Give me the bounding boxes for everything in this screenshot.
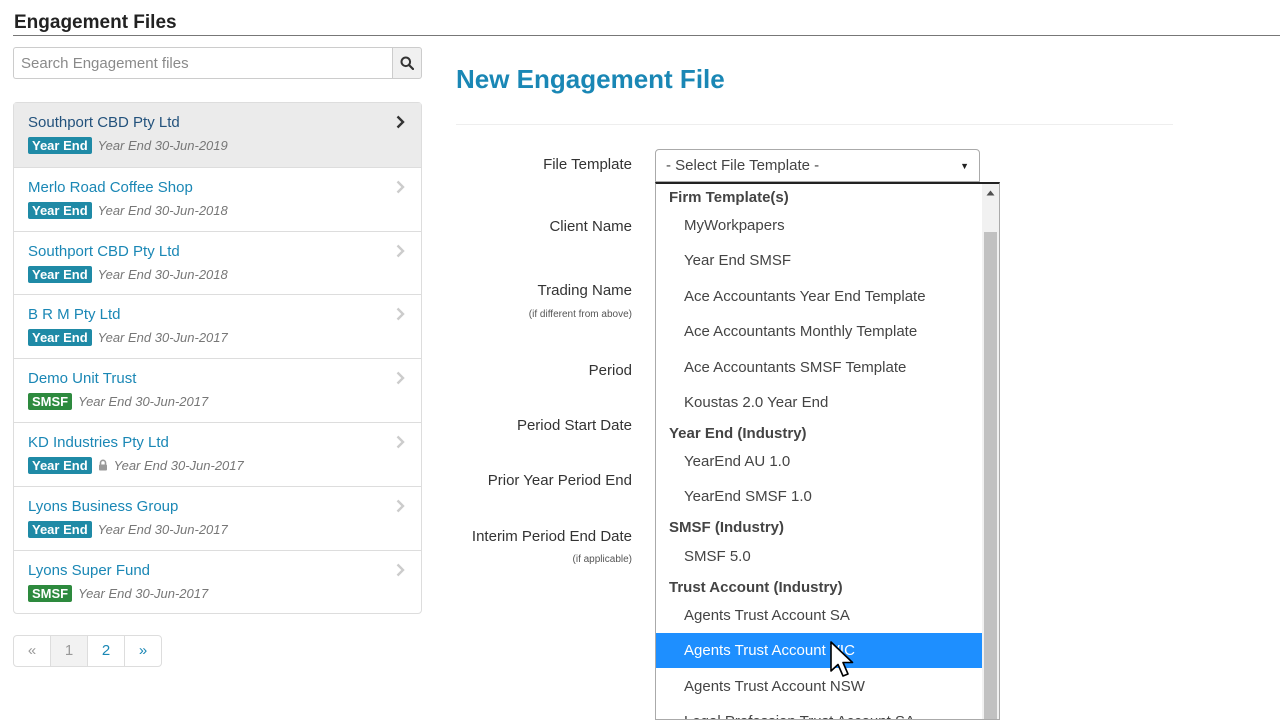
file-meta: Year End Year End 30-Jun-2018 — [28, 265, 421, 283]
trading-name-label: Trading Name — [537, 282, 632, 299]
lock-icon — [98, 460, 107, 471]
search-icon — [400, 56, 414, 70]
search-button[interactable] — [392, 47, 422, 79]
search-bar — [13, 47, 422, 79]
pagination-next[interactable]: » — [124, 636, 161, 666]
chevron-right-icon — [396, 308, 405, 321]
dropdown-option[interactable]: YearEnd SMSF 1.0 — [656, 479, 982, 514]
dropdown-option[interactable]: Agents Trust Account SA — [656, 598, 982, 633]
file-name[interactable]: Demo Unit Trust — [28, 370, 421, 388]
file-meta: Year End Year End 30-Jun-2017 — [28, 520, 421, 538]
form-title: New Engagement File — [456, 64, 725, 94]
year-end-badge: Year End — [28, 456, 92, 474]
title-divider — [13, 35, 1280, 36]
option-group-label: Firm Template(s) — [669, 189, 789, 206]
option-group-label: SMSF (Industry) — [669, 519, 784, 536]
chevron-right-icon — [396, 499, 405, 513]
option-group-label: Trust Account (Industry) — [669, 579, 843, 596]
option-group-label: Year End (Industry) — [669, 425, 807, 442]
dropdown-option[interactable]: MyWorkpapers — [656, 208, 982, 243]
chevron-right-icon — [396, 244, 405, 257]
dropdown-option[interactable]: Ace Accountants Year End Template — [656, 279, 982, 314]
file-name[interactable]: Southport CBD Pty Ltd — [28, 243, 421, 261]
engagement-file-list: Southport CBD Pty Ltd Year End Year End … — [13, 102, 422, 615]
period-label: Period — [588, 362, 632, 379]
scrollbar-thumb[interactable] — [984, 232, 997, 719]
file-list-item[interactable]: Southport CBD Pty Ltd Year End Year End … — [14, 103, 421, 167]
file-template-dropdown[interactable]: Firm Template(s) MyWorkpapers Year End S… — [655, 182, 1000, 720]
interim-end-hint: (if applicable) — [572, 554, 632, 565]
smsf-badge: SMSF — [28, 393, 73, 411]
client-name-label: Client Name — [549, 218, 632, 235]
chevron-right-icon — [396, 180, 405, 194]
file-template-value: - Select File Template - — [666, 157, 820, 174]
file-meta: Year End Year End 30-Jun-2017 — [28, 456, 421, 474]
year-end-badge: Year End — [28, 201, 92, 219]
file-list-item[interactable]: Lyons Super Fund SMSF Year End 30-Jun-20… — [14, 549, 421, 614]
smsf-badge: SMSF — [28, 584, 73, 602]
file-list-item[interactable]: Demo Unit Trust SMSF Year End 30-Jun-201… — [14, 358, 421, 422]
file-meta: SMSF Year End 30-Jun-2017 — [28, 584, 421, 602]
file-template-select[interactable]: - Select File Template - ▼ — [655, 149, 980, 182]
form-divider — [456, 124, 1173, 125]
file-period: Year End 30-Jun-2017 — [78, 394, 209, 410]
file-period: Year End 30-Jun-2018 — [97, 202, 228, 218]
prior-year-end-label: Prior Year Period End — [487, 472, 632, 489]
dropdown-option[interactable]: YearEnd AU 1.0 — [656, 444, 982, 479]
file-meta: Year End Year End 30-Jun-2018 — [28, 201, 421, 219]
file-meta: Year End Year End 30-Jun-2019 — [28, 137, 421, 154]
file-list-item[interactable]: KD Industries Pty Ltd Year End Year End … — [14, 421, 421, 486]
file-period: Year End 30-Jun-2019 — [97, 138, 228, 153]
file-name[interactable]: B R M Pty Ltd — [28, 306, 421, 324]
file-name[interactable]: Southport CBD Pty Ltd — [28, 114, 421, 132]
trading-name-hint: (if different from above) — [528, 309, 632, 320]
file-period: Year End 30-Jun-2018 — [97, 266, 228, 282]
file-name[interactable]: KD Industries Pty Ltd — [28, 434, 421, 452]
chevron-right-icon — [396, 563, 405, 576]
dropdown-option-highlighted[interactable]: Agents Trust Account VIC — [656, 633, 982, 668]
dropdown-option[interactable]: Ace Accountants Monthly Template — [656, 314, 982, 349]
file-period: Year End 30-Jun-2017 — [78, 585, 209, 601]
pagination-page-1[interactable]: 1 — [50, 636, 87, 666]
file-list-item[interactable]: Merlo Road Coffee Shop Year End Year End… — [14, 166, 421, 231]
year-end-badge: Year End — [28, 137, 92, 154]
file-list-item[interactable]: Southport CBD Pty Ltd Year End Year End … — [14, 230, 421, 295]
file-template-label: File Template — [543, 156, 632, 173]
pagination-page-2[interactable]: 2 — [87, 636, 124, 666]
file-meta: SMSF Year End 30-Jun-2017 — [28, 393, 421, 411]
file-list-item[interactable]: B R M Pty Ltd Year End Year End 30-Jun-2… — [14, 294, 421, 358]
dropdown-option[interactable]: SMSF 5.0 — [656, 539, 982, 574]
file-name[interactable]: Merlo Road Coffee Shop — [28, 179, 421, 197]
year-end-badge: Year End — [28, 329, 92, 347]
year-end-badge: Year End — [28, 520, 92, 538]
year-end-badge: Year End — [28, 265, 92, 283]
scroll-up-arrow-icon[interactable] — [982, 184, 999, 201]
dropdown-option[interactable]: Agents Trust Account NSW — [656, 669, 982, 704]
mouse-pointer-icon — [830, 641, 854, 677]
dropdown-option[interactable]: Ace Accountants SMSF Template — [656, 350, 982, 385]
dropdown-scrollbar[interactable] — [982, 184, 999, 719]
file-period: Year End 30-Jun-2017 — [97, 330, 228, 346]
file-meta: Year End Year End 30-Jun-2017 — [28, 329, 421, 347]
file-period: Year End 30-Jun-2017 — [97, 521, 228, 537]
file-name[interactable]: Lyons Super Fund — [28, 562, 421, 580]
file-name[interactable]: Lyons Business Group — [28, 498, 421, 516]
interim-end-label: Interim Period End Date — [471, 528, 632, 545]
chevron-right-icon — [396, 435, 405, 449]
caret-down-icon: ▼ — [960, 160, 969, 171]
pagination-prev[interactable]: « — [14, 636, 50, 666]
period-start-label: Period Start Date — [516, 417, 632, 434]
chevron-right-icon — [396, 115, 405, 129]
file-list-item[interactable]: Lyons Business Group Year End Year End 3… — [14, 485, 421, 550]
chevron-right-icon — [396, 371, 405, 385]
file-period: Year End 30-Jun-2017 — [113, 457, 244, 473]
dropdown-option[interactable]: Year End SMSF — [656, 243, 982, 278]
dropdown-option[interactable]: Legal Profession Trust Account SA — [656, 704, 982, 719]
pagination: « 1 2 » — [13, 635, 162, 667]
page-title: Engagement Files — [14, 12, 177, 33]
search-input[interactable] — [13, 47, 392, 79]
dropdown-option[interactable]: Koustas 2.0 Year End — [656, 385, 982, 420]
